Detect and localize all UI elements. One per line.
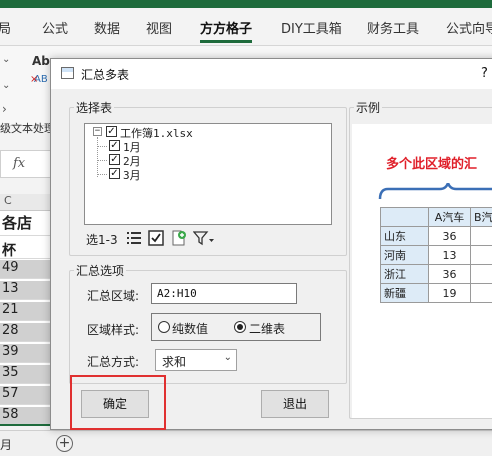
- cell[interactable]: 57: [0, 386, 52, 405]
- fx-icon[interactable]: fx: [13, 156, 25, 171]
- style-label: 区域样式:: [87, 323, 140, 337]
- example-corner-cell: [380, 207, 429, 227]
- method-value: 求和: [162, 355, 187, 369]
- example-caption: 多个此区域的汇: [386, 157, 478, 172]
- sheet-tab-bar: 月 +: [0, 430, 492, 456]
- chevron-down-icon[interactable]: ⌄: [2, 80, 10, 91]
- example-row-name: 浙江: [380, 264, 429, 284]
- example-row-name: 河南: [380, 245, 429, 265]
- example-col-header: B汽: [470, 207, 492, 227]
- example-row: 新疆 19: [380, 283, 492, 303]
- cell[interactable]: 13: [0, 281, 52, 300]
- checkbox-sheet2[interactable]: ✓: [109, 154, 120, 165]
- chevron-down-icon[interactable]: ⌄: [2, 54, 10, 65]
- cell[interactable]: 58: [0, 407, 52, 426]
- radio-2d-table-label[interactable]: 二维表: [249, 320, 285, 337]
- filter-icon[interactable]: [193, 230, 215, 246]
- text-case-button[interactable]: Ab: [32, 54, 50, 68]
- radio-plain-values-label[interactable]: 纯数值: [172, 320, 208, 337]
- tab-partial[interactable]: 局: [0, 18, 11, 37]
- example-empty-cell: [470, 245, 492, 265]
- summary-options-legend: 汇总选项: [76, 264, 125, 278]
- select-range-button[interactable]: 选1-3: [86, 231, 118, 248]
- checkbox-root[interactable]: ✓: [106, 126, 117, 137]
- tab-diy-toolbox[interactable]: DIY工具箱: [281, 18, 342, 37]
- tab-formula-wizard[interactable]: 公式向导: [446, 18, 492, 37]
- radio-plain-values[interactable]: [158, 321, 170, 333]
- window-icon: [61, 67, 74, 79]
- cell[interactable]: 39: [0, 344, 52, 363]
- range-label: 汇总区域:: [87, 289, 140, 303]
- advanced-text-label: 级文本处理: [0, 122, 55, 135]
- tab-finance-tools[interactable]: 财务工具: [367, 18, 419, 37]
- brace-graphic: [378, 183, 492, 200]
- highlight-box: [70, 375, 166, 430]
- cell[interactable]: 35: [0, 365, 52, 384]
- delete-icon[interactable]: ×: [30, 74, 38, 85]
- exit-button[interactable]: 退出: [261, 390, 329, 418]
- select-tables-legend: 选择表: [76, 101, 113, 115]
- list-icon[interactable]: [126, 230, 142, 246]
- checkbox-sheet3[interactable]: ✓: [109, 168, 120, 179]
- example-row-value: 36: [428, 226, 471, 246]
- help-button[interactable]: ?: [481, 66, 488, 81]
- tab-fangfangezi[interactable]: 方方格子: [200, 18, 253, 43]
- example-row-value: 19: [428, 283, 471, 303]
- tree-connector: [97, 137, 98, 177]
- cell-header[interactable]: 杯: [0, 240, 52, 259]
- example-row: 浙江 36: [380, 264, 492, 284]
- example-preview: 多个此区域的汇 A汽车 B汽 山东 36 河南 13 浙江 36 新疆 19: [352, 124, 492, 418]
- style-radio-group: 纯数值 二维表: [151, 313, 321, 341]
- example-table: A汽车 B汽 山东 36 河南 13 浙江 36 新疆 19: [380, 207, 492, 303]
- range-input[interactable]: A2:H10: [151, 283, 297, 304]
- checkbox-sheet1[interactable]: ✓: [109, 140, 120, 151]
- sheet-tree[interactable]: − ✓ 工作簿1.xlsx ✓ 1月 ✓ 2月 ✓ 3月: [84, 123, 332, 225]
- check-all-icon[interactable]: [148, 230, 164, 246]
- method-select[interactable]: 求和 ⌄: [155, 349, 237, 371]
- arrow-right-icon[interactable]: ›: [2, 102, 7, 116]
- radio-2d-table[interactable]: [234, 321, 246, 333]
- summarize-tables-dialog: 汇总多表 ? 选择表 示例 汇总选项 − ✓ 工作簿1.xlsx ✓ 1月 ✓ …: [50, 58, 492, 430]
- tab-view[interactable]: 视图: [146, 18, 172, 37]
- add-sheet-icon[interactable]: [171, 230, 187, 246]
- formula-bar[interactable]: fx: [0, 150, 52, 178]
- tree-connector: [97, 146, 107, 147]
- add-sheet-icon[interactable]: +: [56, 435, 73, 452]
- column-header[interactable]: C: [0, 194, 52, 211]
- example-row-value: 13: [428, 245, 471, 265]
- example-empty-cell: [470, 283, 492, 303]
- example-row-name: 新疆: [380, 283, 429, 303]
- chevron-down-icon[interactable]: ⌄: [224, 352, 232, 363]
- tab-data[interactable]: 数据: [94, 18, 120, 37]
- ribbon-tabs: 局 公式 数据 视图 方方格子 DIY工具箱 财务工具 公式向导: [0, 8, 492, 46]
- example-col-header: A汽车: [428, 207, 471, 227]
- tree-connector: [97, 174, 107, 175]
- tree-toolbar: 选1-3: [84, 227, 332, 249]
- example-row: 山东 36: [380, 226, 492, 246]
- cell[interactable]: 21: [0, 302, 52, 321]
- collapse-icon[interactable]: −: [93, 127, 102, 136]
- cell[interactable]: 49: [0, 260, 52, 279]
- cell[interactable]: 28: [0, 323, 52, 342]
- cell-title[interactable]: 各店: [0, 212, 52, 236]
- example-header-row: A汽车 B汽: [380, 207, 492, 227]
- tree-connector: [97, 160, 107, 161]
- dialog-title: 汇总多表: [81, 68, 130, 82]
- title-strip: [0, 0, 492, 8]
- example-row: 河南 13: [380, 245, 492, 265]
- sheet-tab[interactable]: 月: [0, 436, 12, 453]
- example-row-value: 36: [428, 264, 471, 284]
- method-label: 汇总方式:: [87, 355, 140, 369]
- example-row-name: 山东: [380, 226, 429, 246]
- tab-formulas[interactable]: 公式: [42, 18, 68, 37]
- example-empty-cell: [470, 264, 492, 284]
- example-legend: 示例: [356, 101, 381, 115]
- sheet3-label: 3月: [123, 169, 141, 182]
- example-empty-cell: [470, 226, 492, 246]
- dialog-titlebar[interactable]: 汇总多表 ?: [51, 59, 492, 89]
